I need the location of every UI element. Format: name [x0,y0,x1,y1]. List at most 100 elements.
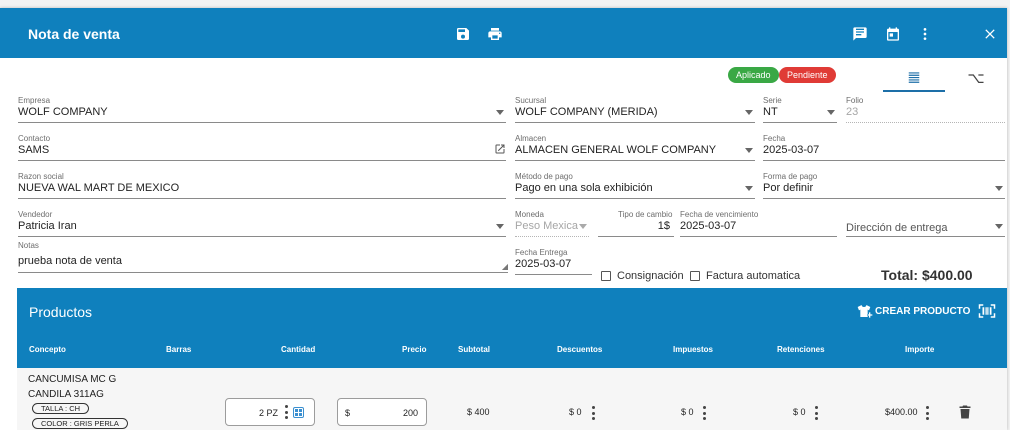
column-header-retenciones: Retenciones [777,345,825,354]
nota-de-venta-dialog: Nota de venta Aplicado Pendiente ⌥ Empre… [0,8,1007,430]
products-header: Productos CREAR PRODUCTO Concepto Barras… [17,288,1007,368]
tipo-cambio-field[interactable]: Tipo de cambio 1$ [598,210,674,237]
checkbox-icon[interactable] [601,271,611,281]
chevron-down-icon[interactable] [745,148,753,153]
notes-icon[interactable] [852,26,868,42]
forma-pago-select[interactable]: Forma de pago Por definir [763,172,1005,199]
contacto-label: Contacto [18,134,51,143]
tab-option-view[interactable]: ⌥ [945,64,1007,92]
folio-field: Folio 23 [846,96,1005,123]
factura-automatica-checkbox[interactable]: Factura automatica [690,270,800,282]
column-header-cantidad: Cantidad [281,345,316,354]
consignacion-checkbox[interactable]: Consignación [601,270,684,282]
almacen-select[interactable]: Almacen ALMACEN GENERAL WOLF COMPANY [515,134,755,161]
status-badge-pendiente: Pendiente [779,67,836,83]
almacen-label: Almacen [515,134,547,143]
tab-list-view[interactable] [883,64,945,92]
close-icon[interactable] [982,26,998,42]
units-icon[interactable] [293,407,304,418]
column-header-barras: Barras [166,345,192,354]
impuestos-more-icon[interactable] [702,406,706,420]
folio-value: 23 [846,106,859,118]
concepto-line2: CANDILA 311AG [28,389,104,400]
almacen-value: ALMACEN GENERAL WOLF COMPANY [515,144,717,156]
importe-value: $400.00 [885,407,918,417]
more-vert-icon[interactable] [917,26,933,42]
chevron-down-icon[interactable] [745,110,753,115]
sucursal-select[interactable]: Sucursal WOLF COMPANY (MERIDA) [515,96,755,123]
descuentos-value: $ 0 [569,407,582,417]
direccion-entrega-placeholder: Dirección de entrega [846,222,948,234]
barcode-scan-icon[interactable] [978,303,996,319]
concepto-line1: CANCUMISA MC G [28,374,117,385]
notas-textarea[interactable]: Notas prueba nota de venta ◢ [18,241,508,273]
chevron-down-icon[interactable] [496,110,504,115]
descuentos-more-icon[interactable] [591,406,595,420]
chevron-down-icon[interactable] [496,224,504,229]
delete-icon[interactable] [959,405,971,419]
column-header-descuentos: Descuentos [557,345,603,354]
vendedor-select[interactable]: Vendedor Patricia Iran [18,210,506,237]
serie-label: Serie [763,96,782,105]
table-row: CANCUMISA MC G CANDILA 311AG TALLA : CH … [17,368,1007,430]
chevron-down-icon[interactable] [745,186,753,191]
print-icon[interactable] [487,26,503,42]
contacto-field[interactable]: Contacto SAMS [18,134,506,161]
metodo-pago-select[interactable]: Método de pago Pago en una sola exhibici… [515,172,755,199]
column-header-precio: Precio [402,345,427,354]
column-header-concepto: Concepto [29,345,66,354]
notas-label: Notas [18,241,39,250]
forma-pago-value: Por definir [763,182,814,194]
direccion-entrega-select[interactable]: Dirección de entrega [846,210,1005,237]
dialog-title: Nota de venta [28,26,120,42]
checkbox-icon[interactable] [690,271,700,281]
retenciones-more-icon[interactable] [814,406,818,420]
vendedor-label: Vendedor [18,210,53,219]
importe-more-icon[interactable] [925,406,929,420]
fecha-entrega-value: 2025-03-07 [515,258,572,270]
precio-input[interactable]: $ 200 [337,398,427,426]
empresa-value: WOLF COMPANY [18,106,108,118]
column-header-impuestos: Impuestos [673,345,714,354]
forma-pago-label: Forma de pago [763,172,818,181]
resize-handle-icon[interactable]: ◢ [502,263,508,271]
tipo-cambio-value: 1$ [657,220,670,232]
subtotal-value: $ 400 [467,407,490,417]
status-badge-aplicado: Aplicado [728,67,779,83]
empresa-label: Empresa [18,96,51,105]
calendar-icon[interactable] [885,26,901,42]
option-key-icon: ⌥ [967,70,985,87]
open-in-new-icon[interactable] [494,143,506,155]
razon-social-label: Razon social [18,172,64,181]
impuestos-value: $ 0 [681,407,694,417]
chevron-down-icon [579,224,587,229]
empresa-select[interactable]: Empresa WOLF COMPANY [18,96,506,123]
fecha-vencimiento-field[interactable]: Fecha de vencimiento 2025-03-07 [680,210,837,237]
total-amount: Total: $400.00 [881,267,973,283]
title-bar: Nota de venta [0,8,1007,58]
save-icon[interactable] [455,26,471,42]
tipo-cambio-label: Tipo de cambio [618,210,673,219]
chevron-down-icon[interactable] [995,186,1003,191]
consignacion-label: Consignación [617,270,684,282]
chevron-down-icon[interactable] [995,224,1003,229]
cantidad-input[interactable]: 2 PZ [225,398,315,426]
crear-producto-button[interactable]: CREAR PRODUCTO [857,304,970,318]
notas-value: prueba nota de venta [18,255,122,267]
fecha-value: 2025-03-07 [763,144,820,156]
chevron-down-icon[interactable] [827,110,835,115]
products-title: Productos [29,304,93,320]
moneda-label: Moneda [515,210,544,219]
shirt-add-icon [857,305,873,318]
serie-select[interactable]: Serie NT [763,96,837,123]
fecha-entrega-label: Fecha Entrega [515,248,568,257]
razon-social-value: NUEVA WAL MART DE MEXICO [18,182,180,194]
vendedor-value: Patricia Iran [18,220,77,232]
moneda-value: Peso Mexica [515,220,578,232]
razon-social-field[interactable]: Razon social NUEVA WAL MART DE MEXICO [18,172,506,199]
fecha-entrega-field[interactable]: Fecha Entrega 2025-03-07 [515,248,592,275]
serie-value: NT [763,106,778,118]
contacto-value: SAMS [18,144,50,156]
fecha-field[interactable]: Fecha 2025-03-07 [763,134,1005,161]
more-vert-icon[interactable] [284,405,288,419]
